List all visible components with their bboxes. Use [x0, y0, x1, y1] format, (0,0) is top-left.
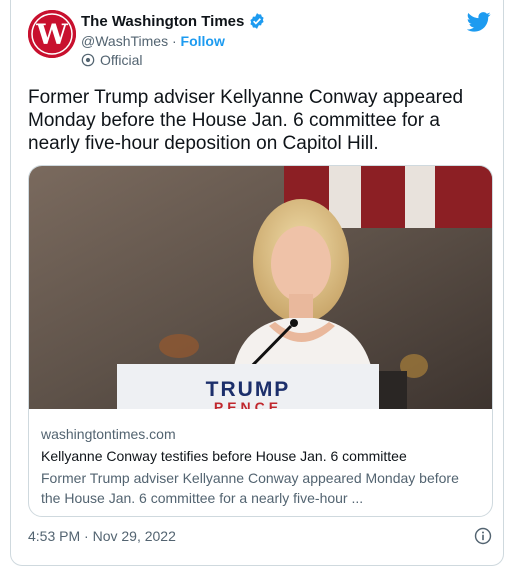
official-label: Official — [100, 52, 143, 68]
avatar[interactable]: W — [28, 10, 76, 58]
link-description: Former Trump adviser Kellyanne Conway ap… — [41, 470, 459, 506]
author-handle[interactable]: @WashTimes — [81, 33, 168, 49]
info-icon[interactable] — [474, 527, 492, 545]
follow-button[interactable]: Follow — [181, 33, 225, 49]
separator-dot: · — [171, 33, 177, 49]
washington-times-logo: W — [28, 10, 76, 58]
link-domain: washingtontimes.com — [41, 426, 176, 442]
twitter-bird-icon[interactable] — [467, 12, 491, 32]
link-preview-card[interactable]: TRUMP PENCE washingtontimes.com Kellyann… — [28, 165, 493, 517]
tweet-timestamp[interactable]: 4:53 PM · Nov 29, 2022 — [28, 528, 176, 544]
tweet-text: Former Trump adviser Kellyanne Conway ap… — [28, 87, 464, 154]
link-headline: Kellyanne Conway testifies before House … — [41, 448, 407, 464]
author-name[interactable]: The Washington Times — [81, 13, 244, 30]
verified-badge-icon — [250, 13, 264, 29]
svg-text:W: W — [35, 18, 68, 51]
podium-text-trump: TRUMP — [206, 378, 291, 401]
tweet-card: W The Washington Times @WashTimes · Foll… — [10, 0, 504, 566]
article-photo: TRUMP PENCE — [29, 166, 492, 409]
official-shield-icon — [81, 53, 95, 67]
podium-text-pence: PENCE — [214, 399, 282, 409]
